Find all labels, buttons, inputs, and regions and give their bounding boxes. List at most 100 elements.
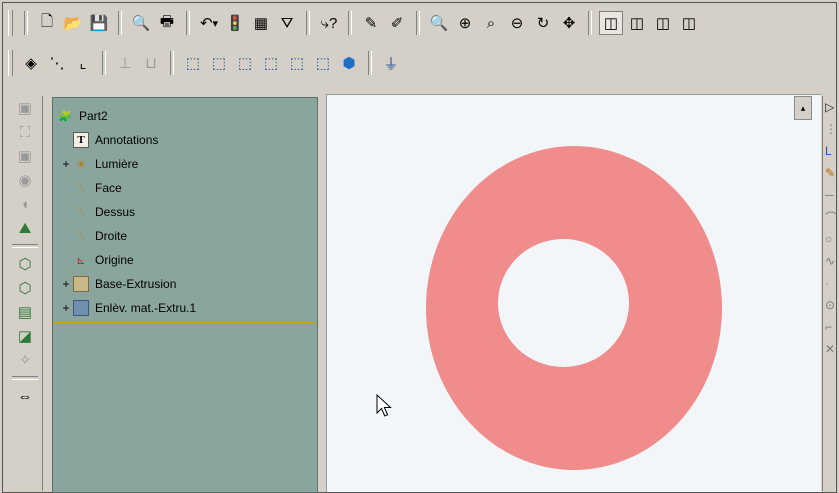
toolbar-separator: [170, 51, 174, 75]
rib-feature-icon[interactable]: ▤: [12, 300, 38, 324]
toolbar-separator: [348, 11, 352, 35]
zoom-in-icon[interactable]: ⊕: [453, 11, 477, 35]
toolbar-separator: [24, 11, 28, 35]
chamfer-feature-icon[interactable]: ⬡: [12, 276, 38, 300]
normal-to-icon[interactable]: ⏚: [379, 51, 403, 75]
toolbar-separator: [416, 11, 420, 35]
tree-root-label: Part2: [79, 109, 108, 123]
right-view-icon[interactable]: ⬚: [259, 51, 283, 75]
toolbar-separator: [12, 376, 38, 380]
tree-item-label: Lumière: [95, 157, 139, 171]
fillet-feature-icon[interactable]: ⬡: [12, 252, 38, 276]
move-icon[interactable]: ⇔: [12, 384, 38, 408]
pan-icon[interactable]: ✥: [557, 11, 581, 35]
print-preview-icon[interactable]: 🔍: [129, 11, 153, 35]
hidden-lines-icon[interactable]: ◫: [625, 11, 649, 35]
plane-icon[interactable]: ◈: [19, 51, 43, 75]
draft-feature-icon[interactable]: ◪: [12, 324, 38, 348]
save-icon[interactable]: 💾: [87, 11, 111, 35]
curve-icon[interactable]: ⊔: [139, 51, 163, 75]
filter-icon[interactable]: ⛛: [275, 11, 299, 35]
tree-item-base-extrusion[interactable]: + Base-Extrusion: [62, 274, 176, 294]
sketch-toolbar: ▷ ⋮ L ✎ ─ ⌒ ○ ∿ · ⊙ ⌐ ✕: [822, 96, 836, 491]
left-view-icon[interactable]: ⬚: [233, 51, 257, 75]
tree-item-cut-extrude[interactable]: + Enlèv. mat.-Extru.1: [62, 298, 196, 318]
mate-icon[interactable]: ⊥: [113, 51, 137, 75]
cut-extrude-icon: [73, 300, 89, 316]
dome-feature-icon[interactable]: ✧: [12, 348, 38, 372]
tree-expander[interactable]: +: [61, 157, 71, 171]
viewport-scroll-up-button[interactable]: ▴: [794, 96, 812, 120]
rebuild-icon[interactable]: 🚦: [223, 11, 247, 35]
toolbar-separator: [12, 244, 38, 248]
point-icon[interactable]: ·: [823, 272, 836, 294]
spline-icon[interactable]: ∿: [823, 250, 836, 272]
loft-feature-icon[interactable]: ◉: [12, 168, 38, 192]
tree-item-front-plane[interactable]: ⟍ Face: [73, 178, 122, 198]
toolbar-separator: [588, 11, 592, 35]
ring-model[interactable]: [426, 146, 722, 470]
back-view-icon[interactable]: ⬚: [207, 51, 231, 75]
rotate-icon[interactable]: ↻: [531, 11, 555, 35]
tree-item-annotations[interactable]: T Annotations: [73, 130, 158, 150]
plane-icon: ⟍: [77, 181, 85, 194]
shaded-view-icon[interactable]: ◫: [677, 11, 701, 35]
fillet-icon[interactable]: ⌐: [823, 316, 836, 338]
tree-item-top-plane[interactable]: ⟍ Dessus: [73, 202, 135, 222]
toolbar-separator: [118, 11, 122, 35]
axis-icon[interactable]: ⋱: [45, 51, 69, 75]
help-icon[interactable]: ⤷?: [317, 11, 341, 35]
pencil-icon[interactable]: ✎: [823, 162, 836, 184]
trim-icon[interactable]: ✕: [823, 338, 836, 360]
sweep-feature-icon[interactable]: ▣: [12, 144, 38, 168]
select-icon[interactable]: ✐: [385, 11, 409, 35]
tree-item-label: Droite: [95, 229, 128, 243]
grid-icon[interactable]: ⋮: [823, 118, 836, 140]
tree-item-label: Dessus: [95, 205, 136, 219]
select-icon[interactable]: ▷: [823, 96, 836, 118]
toolbar-separator: [306, 11, 310, 35]
standard-toolbar: 🗋 📂 💾 🔍 🖶 ↶ ▾ 🚦 ▦ ⛛ ⤷? ✎ ✐ 🔍 ⊕ ⌕ ⊖ ↻ ✥ ◫ …: [8, 6, 702, 40]
hidden-removed-icon[interactable]: ◫: [651, 11, 675, 35]
toolbar-separator: [186, 11, 190, 35]
toolbar-separator: [368, 51, 372, 75]
tree-root[interactable]: 🧩 Part2: [57, 106, 108, 126]
features-toolbar: ▣ ⛶ ▣ ◉ ◖ ⛰ ⬡ ⬡ ▤ ◪ ✧ ⇔: [8, 96, 43, 491]
print-icon[interactable]: 🖶: [155, 11, 179, 35]
tree-expander[interactable]: +: [61, 277, 71, 291]
toolbar-grip[interactable]: [8, 10, 13, 36]
front-view-icon[interactable]: ⬚: [181, 51, 205, 75]
shell-feature-icon[interactable]: ⛰: [12, 216, 38, 240]
zoom-out-icon[interactable]: ⊖: [505, 11, 529, 35]
extrude-feature-icon[interactable]: ▣: [12, 96, 38, 120]
toolbar-grip[interactable]: [8, 50, 13, 76]
new-icon[interactable]: 🗋: [35, 11, 59, 35]
tree-item-label: Annotations: [95, 133, 159, 147]
tree-item-label: Origine: [95, 253, 134, 267]
open-icon[interactable]: 📂: [61, 11, 85, 35]
zoom-fit-icon[interactable]: 🔍: [427, 11, 451, 35]
wireframe-view-icon[interactable]: ◫: [599, 11, 623, 35]
top-view-icon[interactable]: ⬚: [285, 51, 309, 75]
centerline-icon[interactable]: ⊙: [823, 294, 836, 316]
arc-icon[interactable]: ⌒: [823, 206, 836, 228]
cut-feature-icon[interactable]: ◖: [12, 192, 38, 216]
annotations-icon: T: [73, 132, 89, 148]
undo-icon[interactable]: ↶ ▾: [197, 11, 221, 35]
ring-hole: [498, 239, 629, 367]
rollback-bar[interactable]: [53, 322, 315, 324]
zoom-area-icon[interactable]: ⌕: [479, 11, 503, 35]
options-grid-icon[interactable]: ▦: [249, 11, 273, 35]
point-icon[interactable]: ⌞: [71, 51, 95, 75]
tree-item-origin[interactable]: ⊾ Origine: [73, 250, 134, 270]
line-icon[interactable]: L: [823, 140, 836, 162]
bottom-view-icon[interactable]: ⬚: [311, 51, 335, 75]
tree-item-right-plane[interactable]: ⟍ Droite: [73, 226, 127, 246]
tree-expander[interactable]: +: [61, 301, 71, 315]
sketch-icon[interactable]: ✎: [359, 11, 383, 35]
isometric-icon[interactable]: ⬢: [337, 51, 361, 75]
tree-item-lighting[interactable]: + ☀ Lumière: [62, 154, 139, 174]
graphics-viewport[interactable]: [326, 94, 821, 492]
circle-icon[interactable]: ○: [823, 228, 836, 250]
revolve-feature-icon[interactable]: ⛶: [12, 120, 38, 144]
